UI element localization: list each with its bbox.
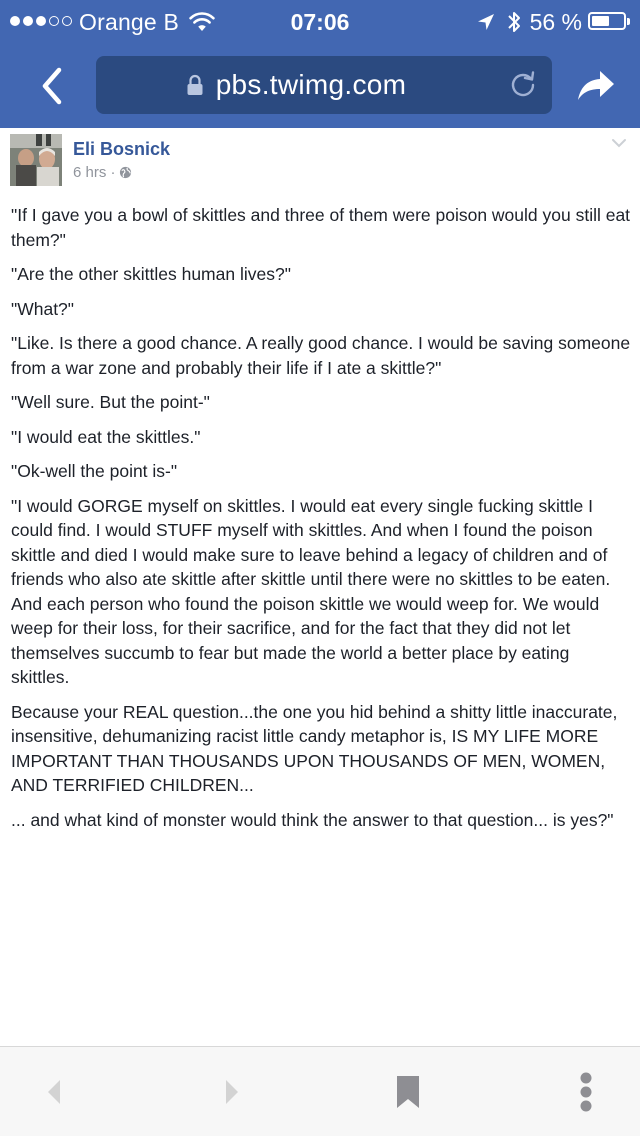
reload-icon[interactable] bbox=[508, 70, 538, 100]
bookmark-icon bbox=[397, 1076, 419, 1108]
post-paragraph: Because your REAL question...the one you… bbox=[11, 701, 618, 796]
post-paragraph: "Are the other skittles human lives?" bbox=[11, 264, 291, 284]
share-arrow-icon bbox=[578, 71, 614, 100]
author-name[interactable]: Eli Bosnick bbox=[73, 139, 170, 160]
avatar[interactable] bbox=[10, 134, 62, 186]
chevron-left-icon bbox=[42, 67, 62, 105]
status-right: 56 % bbox=[476, 8, 632, 36]
post-body: "If I gave you a bowl of skittles and th… bbox=[11, 203, 631, 842]
browser-toolbar bbox=[0, 1046, 640, 1136]
post-time[interactable]: 6 hrs · bbox=[73, 164, 116, 181]
more-options-icon bbox=[580, 1072, 592, 1112]
address-content: pbs.twimg.com bbox=[96, 56, 496, 114]
post-paragraph: "Well sure. But the point-" bbox=[11, 392, 210, 412]
battery-percent: 56 % bbox=[529, 8, 582, 35]
toolbar-more-button[interactable] bbox=[566, 1072, 606, 1112]
post-paragraph: "Like. Is there a good chance. A really … bbox=[11, 333, 631, 378]
profile-photo bbox=[10, 134, 62, 186]
post-paragraph: "I would GORGE myself on skittles. I wou… bbox=[11, 495, 611, 688]
battery-fill bbox=[592, 16, 609, 26]
back-button[interactable] bbox=[26, 60, 78, 112]
post-paragraph: "Ok-well the point is-" bbox=[11, 461, 178, 481]
status-bar: Orange B 07:06 56 % bbox=[0, 0, 640, 44]
post-paragraph: "I would eat the skittles." bbox=[11, 426, 201, 447]
battery-icon bbox=[588, 12, 632, 32]
back-arrow-icon bbox=[48, 1080, 60, 1104]
post-header: Eli Bosnick 6 hrs · bbox=[0, 128, 640, 194]
url-text: pbs.twimg.com bbox=[215, 69, 407, 100]
globe-icon bbox=[119, 166, 131, 179]
toolbar-forward-button[interactable] bbox=[212, 1072, 252, 1112]
bluetooth-icon bbox=[507, 12, 520, 32]
browser-header: Orange B 07:06 56 % pbs.twimg.com bbox=[0, 0, 640, 128]
post-paragraph: ... and what kind of monster would think… bbox=[11, 809, 614, 830]
forward-arrow-icon bbox=[226, 1080, 238, 1104]
share-button[interactable] bbox=[572, 62, 620, 110]
lock-icon bbox=[187, 74, 203, 95]
toolbar-back-button[interactable] bbox=[34, 1072, 74, 1112]
location-arrow-icon bbox=[477, 14, 494, 30]
chevron-down-icon[interactable] bbox=[610, 136, 628, 150]
post-paragraph: "What?" bbox=[11, 298, 75, 319]
post-paragraph: "If I gave you a bowl of skittles and th… bbox=[11, 205, 631, 250]
toolbar-bookmark-button[interactable] bbox=[388, 1072, 428, 1112]
address-bar[interactable]: pbs.twimg.com bbox=[96, 56, 552, 114]
navigation-bar: pbs.twimg.com bbox=[0, 44, 640, 128]
facebook-post: Eli Bosnick 6 hrs · "If I gave you a bow… bbox=[0, 128, 640, 830]
post-meta: 6 hrs · bbox=[73, 164, 132, 181]
browser-screen: Orange B 07:06 56 % pbs.twimg.com Eli Bo… bbox=[0, 0, 640, 1136]
